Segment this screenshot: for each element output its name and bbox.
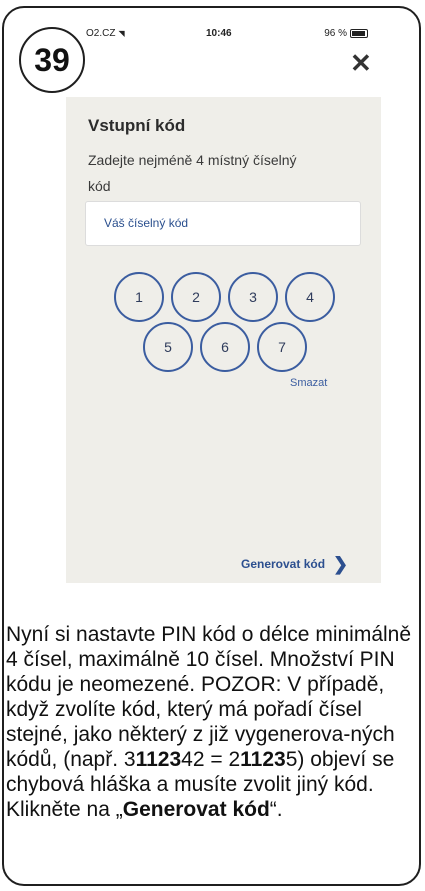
page-subtitle: Zadejte nejméně 4 místný číselný kód xyxy=(88,152,297,194)
generate-code-button[interactable]: Generovat kód ❯ xyxy=(241,555,348,573)
instruction-part: 42 = 2 xyxy=(181,748,241,771)
keypad-key-3[interactable]: 3 xyxy=(228,272,278,322)
clock: 10:46 xyxy=(206,28,232,39)
carrier-label: O2.CZ ◥ xyxy=(86,28,125,39)
page-title: Vstupní kód xyxy=(88,116,186,135)
pin-code-input[interactable]: Váš číselný kód xyxy=(85,201,361,246)
step-number-badge: 39 xyxy=(19,27,85,93)
status-bar: O2.CZ ◥ 10:46 96 % xyxy=(86,28,368,42)
instruction-bold: 1123 xyxy=(135,748,182,771)
keypad-key-1[interactable]: 1 xyxy=(114,272,164,322)
carrier-text: O2.CZ xyxy=(86,28,116,39)
chevron-right-icon: ❯ xyxy=(333,554,349,574)
generate-code-label: Generovat kód xyxy=(241,557,326,571)
keypad-key-7[interactable]: 7 xyxy=(257,322,307,372)
instruction-bold: 1123 xyxy=(240,748,286,771)
instruction-part: “. xyxy=(269,798,283,821)
instruction-text: Nyní si nastavte PIN kód o délce minimál… xyxy=(6,622,416,822)
keypad-key-5[interactable]: 5 xyxy=(143,322,193,372)
battery-status: 96 % xyxy=(324,28,368,39)
wifi-icon: ◥ xyxy=(118,29,125,38)
keypad-key-6[interactable]: 6 xyxy=(200,322,250,372)
keypad-key-2[interactable]: 2 xyxy=(171,272,221,322)
clear-button[interactable]: Smazat xyxy=(290,377,327,389)
close-icon[interactable]: ✕ xyxy=(350,50,372,76)
battery-icon xyxy=(350,29,368,38)
battery-percent: 96 % xyxy=(324,28,347,39)
instruction-bold: Generovat kód xyxy=(122,798,270,821)
keypad-key-4[interactable]: 4 xyxy=(285,272,335,322)
instruction-part: Klikněte na „ xyxy=(6,798,123,821)
